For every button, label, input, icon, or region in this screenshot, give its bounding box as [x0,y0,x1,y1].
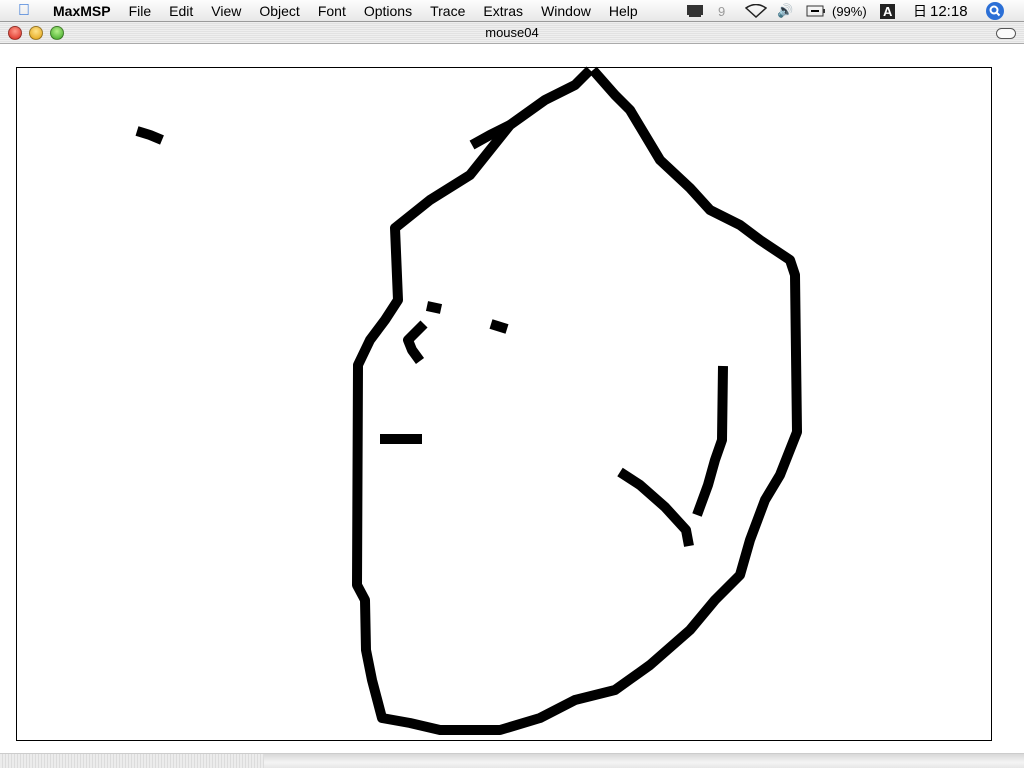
scrollbar-thumb[interactable] [264,754,1024,768]
stroke-eye [403,320,428,364]
stroke-dash [135,126,164,145]
stroke-dot [489,319,509,334]
drawing-strokes [135,66,802,735]
horizontal-scrollbar[interactable] [0,753,1024,768]
stroke-mouth [617,467,694,547]
stroke-eye-top [425,301,443,314]
stroke-right [692,365,728,517]
stroke-outline [352,66,802,735]
